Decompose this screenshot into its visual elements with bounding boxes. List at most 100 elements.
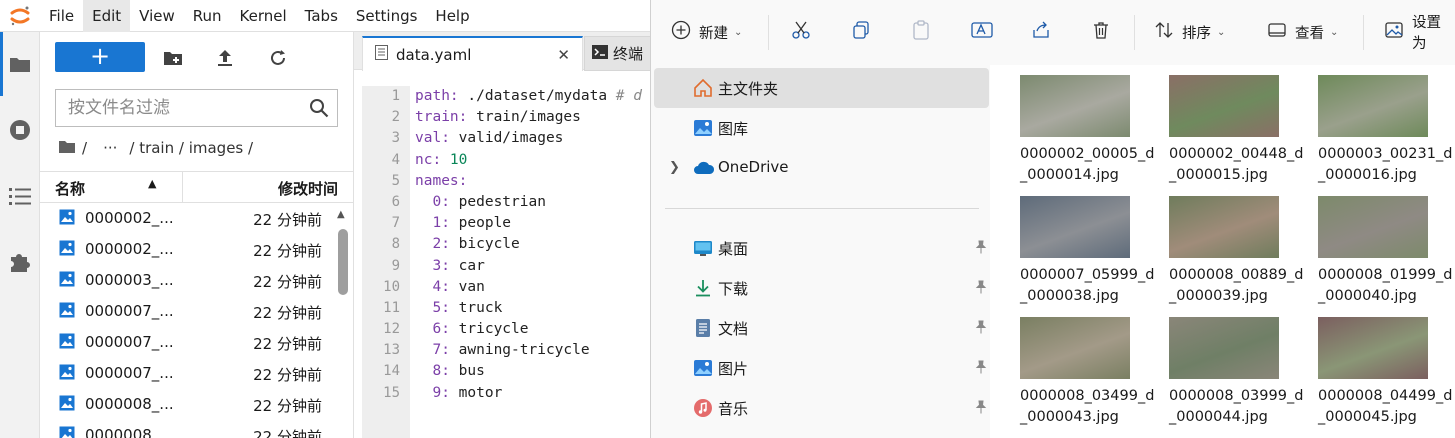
delete-button[interactable] xyxy=(1091,20,1111,44)
copy-button[interactable] xyxy=(851,20,871,44)
image-file-icon xyxy=(59,240,75,260)
pin-icon[interactable] xyxy=(974,320,988,338)
image-file-item[interactable]: 0000008_03499_d_0000043.jpg xyxy=(1020,308,1160,428)
file-name: 0000008_03499_d_0000043.jpg xyxy=(1020,388,1155,425)
breadcrumb-root[interactable]: / xyxy=(82,139,87,157)
filter-input[interactable] xyxy=(66,90,306,126)
extensions-puzzle-icon[interactable] xyxy=(6,248,34,276)
menu-item-tabs[interactable]: Tabs xyxy=(296,0,347,32)
file-modified: 22 分钟前 xyxy=(253,397,322,415)
code-value: motor xyxy=(449,384,503,401)
file-row[interactable]: 0000008_... 22 分钟前 xyxy=(40,420,338,438)
file-browser-toolbar: + xyxy=(40,32,354,82)
breadcrumb-ellipsis[interactable]: ··· xyxy=(103,139,117,157)
file-row[interactable]: 0000002_... 22 分钟前 xyxy=(40,234,338,265)
code-line: 5: truck xyxy=(415,298,655,319)
nav-item-downloads[interactable]: 下载 xyxy=(654,268,989,308)
rename-icon xyxy=(971,20,993,44)
image-file-icon xyxy=(59,364,75,384)
refresh-icon[interactable] xyxy=(266,46,290,70)
code-key: 8: xyxy=(415,363,450,380)
scroll-up-arrow-icon[interactable]: ▲ xyxy=(337,209,345,220)
image-thumbnail xyxy=(1020,75,1130,137)
code-key: 5: xyxy=(415,299,450,316)
file-name: 0000007_... xyxy=(85,302,174,320)
image-file-item[interactable]: 0000008_00889_d_0000039.jpg xyxy=(1169,187,1309,307)
column-header-name[interactable]: 名称 xyxy=(55,178,85,199)
view-button[interactable]: 查看 ⌄ xyxy=(1267,20,1338,44)
file-row[interactable]: 0000003_... 22 分钟前 xyxy=(40,265,338,296)
menu-item-help[interactable]: Help xyxy=(426,0,478,32)
image-file-item[interactable]: 0000003_00231_d_0000016.jpg xyxy=(1318,66,1455,186)
nav-item-documents[interactable]: 文档 xyxy=(654,308,989,348)
nav-item-home[interactable]: 主文件夹 xyxy=(654,68,989,108)
image-file-item[interactable]: 0000002_00448_d_0000015.jpg xyxy=(1169,66,1309,186)
code-editor[interactable]: path: ./dataset/mydata # d train: train/i… xyxy=(415,86,655,438)
menu-item-settings[interactable]: Settings xyxy=(347,0,427,32)
pin-icon[interactable] xyxy=(974,360,988,378)
nav-item-gallery[interactable]: 图库 xyxy=(654,108,989,148)
tab-data-yaml[interactable]: data.yaml ✕ xyxy=(362,36,583,71)
code-key: names: xyxy=(415,172,468,189)
file-row[interactable]: 0000008_... 22 分钟前 xyxy=(40,389,338,420)
file-row[interactable]: 0000007_... 22 分钟前 xyxy=(40,327,338,358)
paste-icon xyxy=(911,20,931,44)
new-launcher-button[interactable]: + xyxy=(55,42,145,72)
code-line: 7: awning-tricycle xyxy=(415,340,655,361)
upload-icon[interactable] xyxy=(213,46,237,70)
code-line: 9: motor xyxy=(415,383,655,404)
folder-icon[interactable] xyxy=(6,50,34,78)
nav-item-onedrive[interactable]: ❯ OneDrive xyxy=(654,148,989,188)
close-icon[interactable]: ✕ xyxy=(557,46,570,64)
file-name: 0000007_05999_d_0000038.jpg xyxy=(1020,267,1155,304)
image-file-item[interactable]: 0000008_01999_d_0000040.jpg xyxy=(1318,187,1455,307)
line-number: 2 xyxy=(391,109,400,126)
pin-icon[interactable] xyxy=(974,240,988,258)
menu-item-view[interactable]: View xyxy=(130,0,184,32)
file-row[interactable]: 0000002_... 22 分钟前 xyxy=(40,203,338,234)
column-header-modified[interactable]: 修改时间 xyxy=(278,178,338,199)
search-icon[interactable] xyxy=(309,98,329,122)
share-button[interactable] xyxy=(1031,20,1051,44)
file-name: 0000002_... xyxy=(85,209,174,227)
image-file-item[interactable]: 0000008_03999_d_0000044.jpg xyxy=(1169,308,1309,428)
cut-button[interactable] xyxy=(791,20,811,44)
nav-item-music[interactable]: 音乐 xyxy=(654,388,989,428)
menu-item-kernel[interactable]: Kernel xyxy=(231,0,296,32)
line-number: 7 xyxy=(391,215,400,232)
new-folder-icon[interactable] xyxy=(161,46,185,70)
file-name: 0000002_... xyxy=(85,240,174,258)
menu-item-file[interactable]: File xyxy=(40,0,83,32)
column-separator[interactable] xyxy=(182,172,183,203)
code-line: val: valid/images xyxy=(415,128,655,149)
file-list-scrollbar[interactable] xyxy=(338,229,348,295)
table-of-contents-icon[interactable] xyxy=(6,182,34,210)
code-value: truck xyxy=(449,299,503,316)
file-row[interactable]: 0000007_... 22 分钟前 xyxy=(40,296,338,327)
menu-item-run[interactable]: Run xyxy=(184,0,231,32)
image-file-item[interactable]: 0000002_00005_d_0000014.jpg xyxy=(1020,66,1160,186)
jupyter-logo-icon[interactable] xyxy=(0,0,40,32)
image-file-item[interactable]: 0000008_04499_d_0000045.jpg xyxy=(1318,308,1455,428)
set-as-background-button[interactable]: 设置为 xyxy=(1384,15,1455,52)
nav-item-desktop[interactable]: 桌面 xyxy=(654,228,989,268)
tab-terminal[interactable]: 终端 xyxy=(584,36,654,71)
rename-button[interactable] xyxy=(971,20,993,44)
file-name: 0000008_04499_d_0000045.jpg xyxy=(1318,388,1453,425)
pin-icon[interactable] xyxy=(974,400,988,418)
pin-icon[interactable] xyxy=(974,280,988,298)
paste-button[interactable] xyxy=(911,20,931,44)
running-kernels-icon[interactable] xyxy=(6,116,34,144)
sort-button[interactable]: 排序 ⌄ xyxy=(1154,20,1225,44)
breadcrumb-folder-icon[interactable] xyxy=(58,139,76,158)
image-file-item[interactable]: 0000007_05999_d_0000038.jpg xyxy=(1020,187,1160,307)
image-thumbnail xyxy=(1169,317,1279,379)
new-button[interactable]: 新建 ⌄ xyxy=(671,20,742,44)
file-name: 0000003_... xyxy=(85,271,174,289)
nav-item-pictures[interactable]: 图片 xyxy=(654,348,989,388)
code-number: 10 xyxy=(441,151,468,168)
breadcrumb-path[interactable]: / train / images / xyxy=(129,139,253,157)
menu-item-edit[interactable]: Edit xyxy=(83,0,131,32)
file-row[interactable]: 0000007_... 22 分钟前 xyxy=(40,358,338,389)
chevron-right-icon[interactable]: ❯ xyxy=(669,160,680,175)
